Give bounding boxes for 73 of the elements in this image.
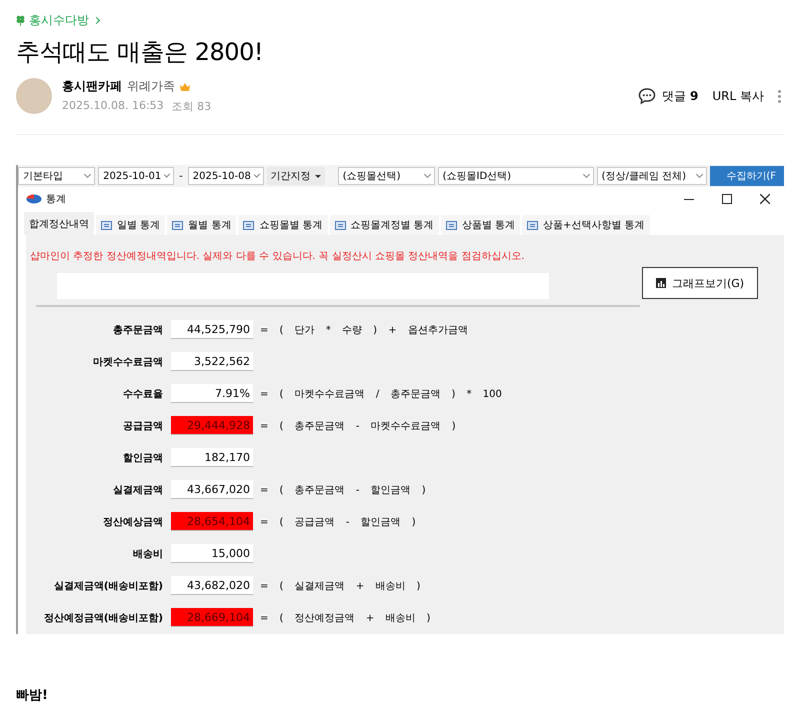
value-field: 29,444,928	[171, 416, 253, 435]
tab[interactable]: 월별 통계	[167, 215, 236, 235]
field-label: 할인금액	[122, 452, 163, 464]
formula-text: = ( 정산예정금액 + 배송비 )	[260, 612, 430, 624]
comments-link[interactable]: 댓글 9	[638, 87, 698, 105]
value-field: 28,654,104	[171, 512, 253, 531]
more-icon[interactable]	[778, 88, 782, 104]
post-body-text: 빠밤!	[16, 687, 49, 704]
formula-text: = ( 마켓수수료금액 / 총주문금액 ) * 100	[260, 388, 502, 400]
field-label: 마켓수수료금액	[92, 356, 163, 368]
tab[interactable]: 상품별 통계	[440, 215, 520, 235]
close-icon[interactable]	[760, 194, 770, 204]
table-icon	[172, 220, 184, 230]
dropdown[interactable]: (쇼핑몰ID선택)	[438, 167, 594, 185]
tab[interactable]: 합계정산내역	[24, 212, 94, 235]
url-copy-link[interactable]: URL 복사	[712, 88, 764, 104]
tab[interactable]: 일별 통계	[96, 215, 166, 235]
dropdown[interactable]: (정상/클레임 전체)	[596, 167, 708, 185]
table-icon	[101, 220, 112, 230]
value-field: 28,669,104	[171, 608, 253, 627]
tab[interactable]: 상품+선택사항별 통계	[522, 215, 650, 235]
pie-chart-icon	[26, 194, 42, 204]
avatar-image	[16, 78, 52, 114]
dropdown[interactable]: (쇼핑몰선택)	[338, 167, 435, 185]
formula-text: = ( 단가 * 수량 ) + 옵션추가금액	[260, 324, 468, 336]
field-label: 정산예상금액	[102, 516, 163, 528]
warning-text: 샵마인이 추정한 정산예정내역입니다. 실제와 다를 수 있습니다. 꼭 실정산시 쇼핑몰 정산내역을 점검하십시오.	[29, 250, 526, 263]
field-label: 실결제금액	[112, 484, 163, 496]
field-label: 총주문금액	[112, 324, 163, 336]
period-menu-button[interactable]: 기간지정	[266, 167, 325, 185]
dropdown[interactable]: 기본타입	[18, 167, 96, 185]
field-label: 공급금액	[122, 420, 163, 432]
chevron-icon	[164, 171, 170, 178]
value-field: 44,525,790	[171, 320, 253, 339]
dropdown[interactable]: 2025-10-01	[98, 167, 174, 185]
clover-icon	[16, 14, 25, 26]
value-field: 43,667,020	[171, 480, 253, 499]
triangle-icon	[314, 174, 321, 178]
collect-button[interactable]: 수집하기(F	[710, 166, 784, 186]
table-icon	[526, 220, 538, 230]
table-icon	[243, 220, 254, 230]
dropdown[interactable]: 2025-10-08	[188, 167, 264, 185]
post-title: 추석때도 매출은 2800!	[16, 37, 264, 68]
value-field: 15,000	[171, 544, 253, 563]
speech-bubble-icon	[638, 87, 656, 105]
field-label: 정산예정금액(배송비포함)	[42, 612, 163, 624]
field-label: 배송비	[132, 548, 163, 560]
minimize-icon[interactable]	[684, 198, 694, 200]
maximize-icon[interactable]	[722, 194, 732, 204]
tab[interactable]: 쇼핑몰별 통계	[238, 215, 328, 235]
dialog-title: 통계	[46, 193, 66, 206]
value-field: 43,682,020	[171, 576, 253, 595]
dash-separator: -	[178, 170, 184, 182]
formula-text: = ( 총주문금액 - 마켓수수료금액 )	[260, 420, 456, 432]
tab[interactable]: 쇼핑몰계정별 통계	[330, 215, 439, 235]
value-field: 182,170	[171, 448, 253, 467]
value-field: 7.91%	[171, 384, 253, 403]
crown-icon	[180, 82, 190, 90]
chevron-icon	[254, 171, 260, 178]
view-count: 조회 83	[172, 99, 212, 114]
field-label: 수수료율	[122, 388, 163, 400]
table-icon	[334, 220, 346, 230]
member-rank: 위례가족	[127, 78, 175, 95]
field-label: 실결제금액(배송비포함)	[52, 580, 163, 592]
formula-text: = ( 총주문금액 - 할인금액 )	[260, 484, 426, 496]
formula-text: = ( 실결제금액 + 배송비 )	[260, 580, 420, 592]
author-name[interactable]: 홍시팬카페	[62, 78, 122, 95]
graph-button[interactable]: 그래프보기(G)	[642, 267, 758, 299]
formula-text: = ( 공급금액 - 할인금액 )	[260, 516, 416, 528]
table-icon	[446, 220, 457, 230]
value-field: 3,522,562	[171, 352, 253, 371]
post-date: 2025.10.08. 16:53	[62, 99, 164, 114]
bar-chart-icon	[656, 278, 666, 288]
